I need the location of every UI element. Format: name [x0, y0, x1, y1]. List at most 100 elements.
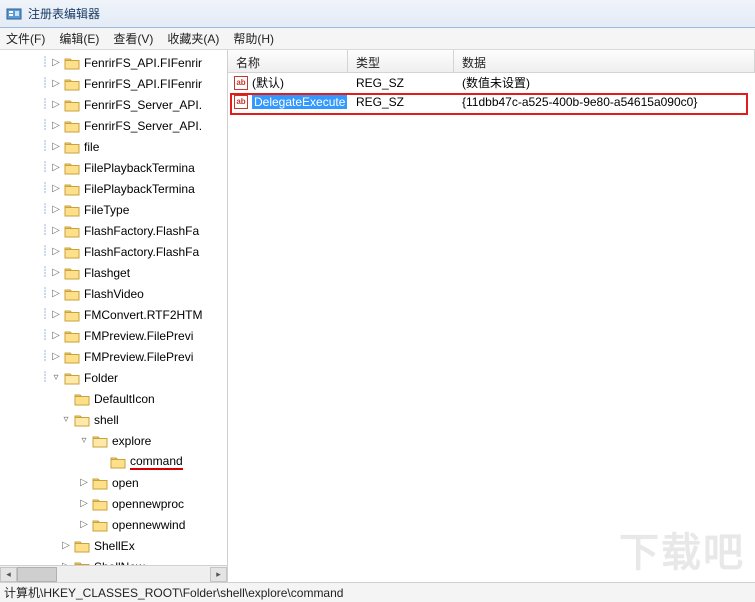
expander-icon[interactable]: ▷ — [50, 288, 62, 300]
folder-icon — [74, 413, 90, 427]
tree-item-label: FilePlaybackTermina — [84, 161, 195, 175]
expander-icon[interactable]: ▷ — [50, 120, 62, 132]
expander-icon[interactable]: ▷ — [50, 246, 62, 258]
tree-guide-icon: ┊ — [42, 57, 48, 68]
string-value-icon: ab — [234, 76, 248, 90]
expander-icon[interactable]: ▿ — [60, 414, 72, 426]
tree-item[interactable]: ┊▷ FenrirFS_API.FIFenrir — [0, 52, 227, 73]
column-headers: 名称 类型 数据 — [228, 50, 755, 73]
folder-icon — [92, 518, 108, 532]
tree-item[interactable]: ┊▷ FileType — [0, 199, 227, 220]
expander-icon[interactable]: ▷ — [78, 477, 90, 489]
expander-icon[interactable]: ▷ — [60, 540, 72, 552]
tree-item[interactable]: ▷ opennewwind — [0, 514, 227, 535]
expander-icon[interactable]: ▷ — [50, 141, 62, 153]
tree-item-label: file — [84, 140, 99, 154]
tree-item[interactable]: ┊▷ FilePlaybackTermina — [0, 157, 227, 178]
value-row[interactable]: ab(默认)REG_SZ(数值未设置) — [228, 73, 755, 92]
tree-item[interactable]: ▷ DefaultIcon — [0, 388, 227, 409]
tree-guide-icon: ┊ — [42, 246, 48, 257]
tree-item-label: FilePlaybackTermina — [84, 182, 195, 196]
tree-item[interactable]: ┊▷ FlashVideo — [0, 283, 227, 304]
tree-item-label: opennewproc — [112, 497, 184, 511]
expander-icon[interactable]: ▷ — [50, 162, 62, 174]
value-row[interactable]: abDelegateExecuteREG_SZ{11dbb47c-a525-40… — [228, 92, 755, 111]
menu-help[interactable]: 帮助(H) — [233, 30, 274, 47]
values-list[interactable]: ab(默认)REG_SZ(数值未设置)abDelegateExecuteREG_… — [228, 73, 755, 111]
tree-guide-icon: ┊ — [42, 162, 48, 173]
expander-icon[interactable]: ▿ — [50, 372, 62, 384]
tree-item[interactable]: ┊▷ FenrirFS_Server_API. — [0, 94, 227, 115]
expander-icon[interactable]: ▷ — [50, 267, 62, 279]
tree-item[interactable]: ┊▷ FilePlaybackTermina — [0, 178, 227, 199]
expander-icon[interactable]: ▷ — [50, 225, 62, 237]
value-type: REG_SZ — [348, 76, 454, 90]
tree-item[interactable]: ┊▷ file — [0, 136, 227, 157]
col-name-header[interactable]: 名称 — [228, 50, 348, 72]
expander-icon[interactable]: ▷ — [50, 57, 62, 69]
tree-item[interactable]: ▷ command — [0, 451, 227, 472]
folder-icon — [92, 497, 108, 511]
tree-item-label: FenrirFS_Server_API. — [84, 119, 202, 133]
tree-item-label: FenrirFS_Server_API. — [84, 98, 202, 112]
scroll-thumb[interactable] — [17, 567, 57, 582]
col-data-header[interactable]: 数据 — [454, 50, 755, 72]
tree-item[interactable]: ▿ shell — [0, 409, 227, 430]
expander-icon[interactable]: ▷ — [50, 330, 62, 342]
expander-icon[interactable]: ▿ — [78, 435, 90, 447]
menu-file[interactable]: 文件(F) — [6, 30, 45, 47]
tree-item[interactable]: ┊▿ Folder — [0, 367, 227, 388]
tree-item-label: shell — [94, 413, 119, 427]
tree-item[interactable]: ▿ explore — [0, 430, 227, 451]
regedit-icon — [6, 6, 22, 22]
folder-icon — [64, 245, 80, 259]
tree-item-label: FMConvert.RTF2HTM — [84, 308, 202, 322]
tree-item[interactable]: ┊▷ FMPreview.FilePrevi — [0, 346, 227, 367]
tree-item[interactable]: ▷ ShellEx — [0, 535, 227, 556]
values-panel: 名称 类型 数据 ab(默认)REG_SZ(数值未设置)abDelegateEx… — [228, 50, 755, 582]
menu-edit[interactable]: 编辑(E) — [59, 30, 99, 47]
tree-guide-icon: ┊ — [42, 288, 48, 299]
tree-item[interactable]: ▷ open — [0, 472, 227, 493]
menu-favorites[interactable]: 收藏夹(A) — [167, 30, 219, 47]
folder-icon — [64, 98, 80, 112]
tree-item[interactable]: ┊▷ FMPreview.FilePrevi — [0, 325, 227, 346]
folder-icon — [74, 392, 90, 406]
registry-tree[interactable]: ┊▷ FenrirFS_API.FIFenrir┊▷ FenrirFS_API.… — [0, 50, 227, 577]
expander-icon[interactable]: ▷ — [78, 519, 90, 531]
expander-icon[interactable]: ▷ — [50, 309, 62, 321]
tree-item-label: command — [130, 454, 183, 470]
tree-item-label: FenrirFS_API.FIFenrir — [84, 56, 202, 70]
folder-icon — [64, 224, 80, 238]
tree-guide-icon: ┊ — [42, 309, 48, 320]
folder-icon — [64, 56, 80, 70]
tree-guide-icon: ┊ — [42, 225, 48, 236]
tree-item[interactable]: ┊▷ FenrirFS_Server_API. — [0, 115, 227, 136]
tree-item[interactable]: ┊▷ FlashFactory.FlashFa — [0, 220, 227, 241]
expander-icon[interactable]: ▷ — [50, 204, 62, 216]
tree-item[interactable]: ┊▷ FenrirFS_API.FIFenrir — [0, 73, 227, 94]
title-bar: 注册表编辑器 — [0, 0, 755, 28]
tree-item-label: FMPreview.FilePrevi — [84, 350, 193, 364]
expander-icon[interactable]: ▷ — [78, 498, 90, 510]
scroll-right-button[interactable]: ▸ — [210, 567, 227, 582]
expander-icon[interactable]: ▷ — [50, 78, 62, 90]
scroll-track[interactable] — [17, 567, 210, 582]
value-name-selected: DelegateExecute — [252, 95, 347, 109]
expander-icon[interactable]: ▷ — [50, 351, 62, 363]
tree-item[interactable]: ┊▷ Flashget — [0, 262, 227, 283]
tree-item[interactable]: ┊▷ FMConvert.RTF2HTM — [0, 304, 227, 325]
col-type-header[interactable]: 类型 — [348, 50, 454, 72]
folder-icon — [64, 77, 80, 91]
tree-item[interactable]: ▷ opennewproc — [0, 493, 227, 514]
tree-item-label: FMPreview.FilePrevi — [84, 329, 193, 343]
tree-item-label: Flashget — [84, 266, 130, 280]
expander-icon[interactable]: ▷ — [50, 183, 62, 195]
menu-view[interactable]: 查看(V) — [113, 30, 153, 47]
tree-hscrollbar[interactable]: ◂ ▸ — [0, 565, 227, 582]
tree-item-label: DefaultIcon — [94, 392, 155, 406]
folder-icon — [64, 287, 80, 301]
tree-item[interactable]: ┊▷ FlashFactory.FlashFa — [0, 241, 227, 262]
scroll-left-button[interactable]: ◂ — [0, 567, 17, 582]
expander-icon[interactable]: ▷ — [50, 99, 62, 111]
